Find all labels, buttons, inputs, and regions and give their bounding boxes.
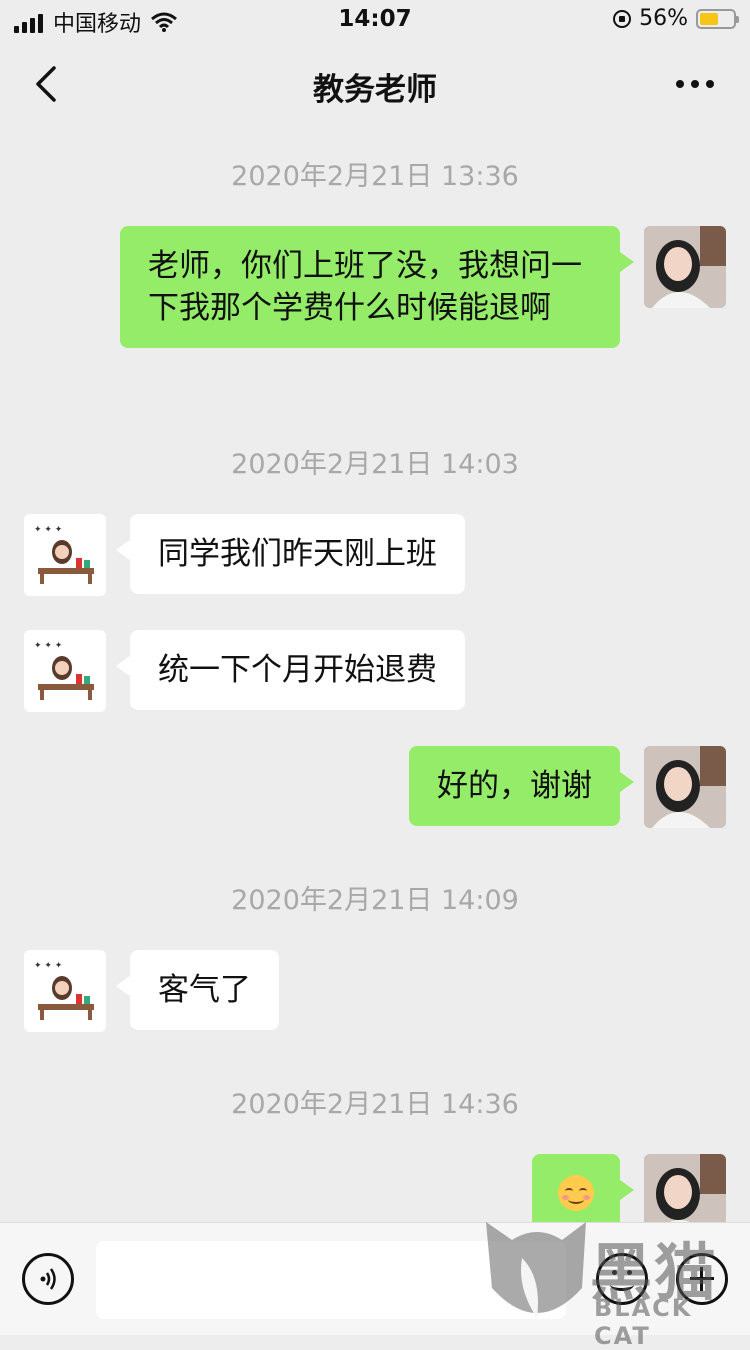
my-avatar[interactable] — [644, 746, 726, 828]
my-avatar[interactable] — [644, 226, 726, 308]
teacher-avatar-illustration: ✦ ✦ ✦ — [24, 950, 106, 1032]
rotation-lock-icon — [613, 9, 632, 28]
incoming-message[interactable]: 统一下个月开始退费 — [116, 630, 465, 710]
incoming-message[interactable]: 同学我们昨天刚上班 — [116, 514, 465, 594]
outgoing-message[interactable]: 好的，谢谢 — [409, 746, 634, 826]
status-bar: 中国移动 14:07 56% — [0, 0, 750, 40]
battery-percent: 56% — [639, 6, 688, 31]
my-avatar-photo — [644, 226, 726, 308]
timestamp: 2020年2月21日 14:36 — [231, 1089, 519, 1120]
teacher-avatar[interactable]: ✦ ✦ ✦ — [24, 630, 106, 712]
timestamp: 2020年2月21日 14:03 — [231, 449, 519, 480]
svg-text:✦ ✦ ✦: ✦ ✦ ✦ — [34, 961, 63, 971]
my-avatar-photo — [644, 746, 726, 828]
incoming-message[interactable]: 客气了 — [116, 950, 279, 1030]
teacher-avatar-illustration: ✦ ✦ ✦ — [24, 630, 106, 712]
svg-text:✦ ✦ ✦: ✦ ✦ ✦ — [34, 525, 63, 535]
voice-icon[interactable] — [22, 1253, 74, 1305]
plus-icon[interactable] — [676, 1253, 728, 1305]
nav-bar: 教务老师 — [0, 40, 750, 128]
svg-text:✦ ✦ ✦: ✦ ✦ ✦ — [34, 641, 63, 651]
timestamp: 2020年2月21日 14:09 — [231, 885, 519, 916]
battery-fill — [700, 12, 718, 25]
timestamp: 2020年2月21日 13:36 — [231, 161, 519, 192]
outgoing-message[interactable]: 老师，你们上班了没，我想问一下我那个学费什么时候能退啊 — [120, 226, 634, 348]
teacher-avatar-illustration: ✦ ✦ ✦ — [24, 514, 106, 596]
outgoing-emoji-message[interactable] — [532, 1154, 634, 1228]
message-input[interactable] — [96, 1241, 566, 1319]
smiling-face-emoji-icon — [558, 1174, 594, 1211]
teacher-avatar[interactable]: ✦ ✦ ✦ — [24, 950, 106, 1032]
chat-title: 教务老师 — [313, 72, 437, 108]
more-options-icon[interactable] — [676, 80, 714, 88]
teacher-avatar[interactable]: ✦ ✦ ✦ — [24, 514, 106, 596]
emoji-icon[interactable] — [596, 1253, 648, 1305]
status-right: 56% — [613, 6, 739, 31]
input-bar — [0, 1222, 750, 1335]
battery-icon — [696, 8, 739, 29]
